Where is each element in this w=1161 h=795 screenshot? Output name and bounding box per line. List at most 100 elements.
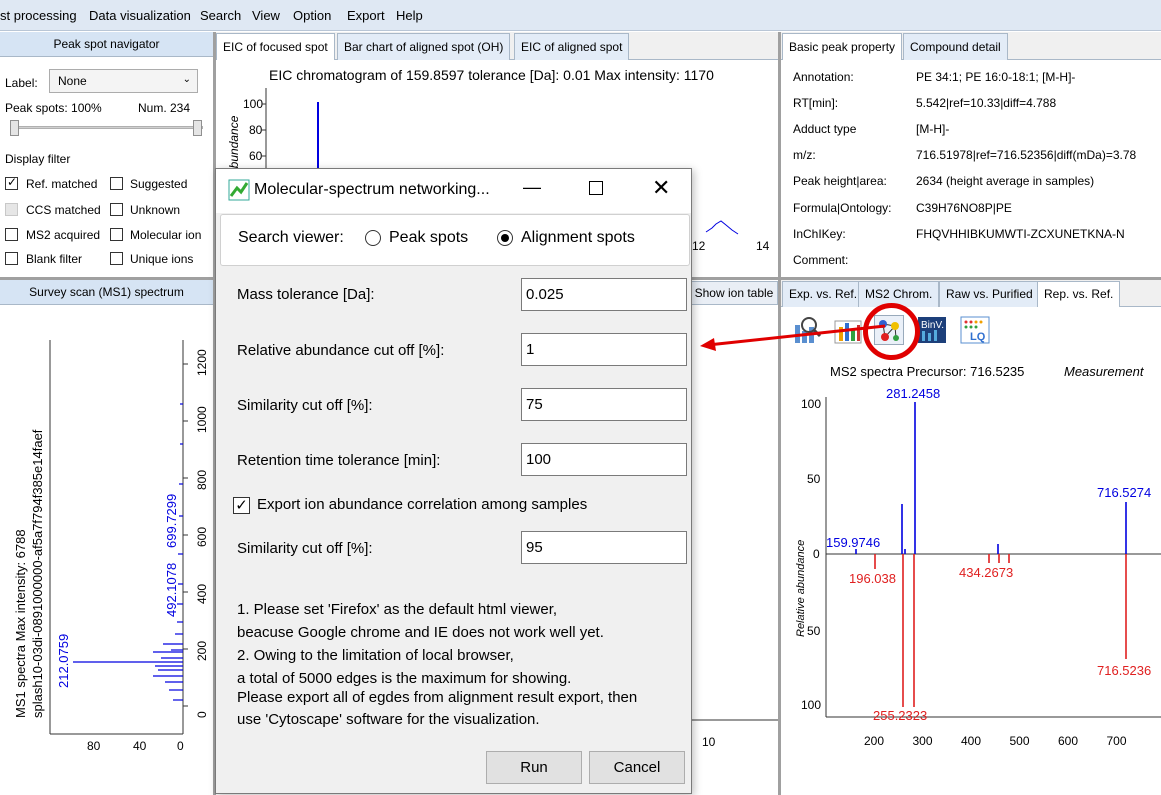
- close-icon[interactable]: ✕: [652, 175, 670, 201]
- label-select-value: None: [58, 74, 87, 88]
- ms2-label: 159.9746: [826, 535, 880, 550]
- retention-time-tolerance-input[interactable]: 100: [521, 443, 687, 476]
- ms2-label: 196.038: [849, 571, 896, 586]
- similarity-cutoff-input[interactable]: 75: [521, 388, 687, 421]
- relative-abundance-input[interactable]: 1: [521, 333, 687, 366]
- unique-ions-checkbox[interactable]: [110, 252, 123, 265]
- inchikey-value: FHQVHHIBKUMWTI-ZCXUNETKNA-N: [916, 227, 1125, 241]
- survey-ytick: 0: [195, 711, 209, 718]
- tab-basic-peak-property[interactable]: Basic peak property: [782, 33, 903, 60]
- ccs-matched-label: CCS matched: [26, 203, 101, 217]
- peak-height-value: 2634 (height average in samples): [916, 174, 1095, 188]
- ms2-ytick: 100: [801, 698, 821, 712]
- note-line: 2. Owing to the limitation of local brow…: [237, 647, 514, 664]
- ms2-chart: 10050050100200 300 400 500 600 700 Relative a…: [795, 386, 1161, 748]
- menu-view[interactable]: View: [252, 8, 280, 23]
- molecular-ion-label: Molecular ion: [130, 228, 202, 242]
- ms2-ytick: 50: [807, 472, 821, 486]
- tab-bar-chart-aligned-spot[interactable]: Bar chart of aligned spot (OH): [337, 33, 511, 60]
- survey-xtick: 80: [87, 739, 101, 753]
- ms2-acquired-checkbox[interactable]: [5, 228, 18, 241]
- middle-xtick: 10: [702, 735, 716, 749]
- survey-ytick: 1200: [195, 349, 209, 376]
- eic-ytick: 100: [243, 97, 263, 111]
- export-correlation-label: Export ion abundance correlation among s…: [257, 496, 588, 513]
- ref-matched-label: Ref. matched: [26, 177, 98, 191]
- app-icon: [228, 179, 250, 201]
- dialog-title: Molecular-spectrum networking...: [254, 181, 490, 198]
- menu-bar: st processing Data visualization Search …: [0, 0, 1161, 31]
- menu-option[interactable]: Option: [293, 8, 331, 23]
- ms2-xtick: 400: [961, 734, 981, 748]
- label-select[interactable]: None ⌄: [49, 69, 198, 93]
- eic-ytick: 60: [249, 149, 263, 163]
- survey-ytick: 1000: [195, 406, 209, 433]
- survey-ytick: 200: [195, 641, 209, 661]
- minimize-icon[interactable]: —: [523, 177, 541, 198]
- similarity-cutoff-2-input[interactable]: 95: [521, 531, 687, 564]
- mass-tolerance-input[interactable]: 0.025: [521, 278, 687, 311]
- survey-scan-header: Survey scan (MS1) spectrum: [0, 280, 213, 305]
- label-caption: Label:: [5, 76, 38, 90]
- survey-ytick: 800: [195, 470, 209, 490]
- tab-eic-focused-spot[interactable]: EIC of focused spot: [216, 33, 335, 60]
- notes-area: 1. Please set 'Firefox' as the default h…: [216, 589, 691, 727]
- navigator-header: Peak spot navigator: [0, 32, 213, 57]
- peak-height-key: Peak height|area:: [793, 174, 887, 188]
- basic-peak-property-panel: Annotation: PE 34:1; PE 16:0-18:1; [M-H]…: [781, 60, 1161, 277]
- export-correlation-checkbox[interactable]: ✓: [233, 497, 250, 514]
- retention-time-tolerance-label: Retention time tolerance [min]:: [237, 452, 441, 469]
- ref-matched-checkbox[interactable]: [5, 175, 18, 190]
- tab-exp-vs-ref[interactable]: Exp. vs. Ref.: [782, 281, 865, 307]
- menu-search[interactable]: Search: [200, 8, 241, 23]
- survey-ytick: 600: [195, 527, 209, 547]
- note-line: beacuse Google chrome and IE does not wo…: [237, 624, 604, 641]
- menu-post-processing[interactable]: st processing: [0, 8, 77, 23]
- similarity-cutoff-label: Similarity cut off [%]:: [237, 397, 373, 414]
- suggested-checkbox[interactable]: [110, 177, 123, 190]
- blank-filter-label: Blank filter: [26, 252, 83, 266]
- eic-ylabel: abundance: [227, 115, 241, 175]
- formula-key: Formula|Ontology:: [793, 201, 892, 215]
- menu-help[interactable]: Help: [396, 8, 423, 23]
- molecular-ion-checkbox[interactable]: [110, 228, 123, 241]
- unknown-label: Unknown: [130, 203, 181, 217]
- ccs-matched-checkbox: [5, 203, 18, 216]
- tab-compound-detail[interactable]: Compound detail: [903, 33, 1008, 60]
- adduct-key: Adduct type: [793, 122, 857, 136]
- ms2-label: 281.2458: [886, 386, 940, 401]
- ms2-ytick: 100: [801, 397, 821, 411]
- peak-spots-radio-label: Peak spots: [389, 229, 469, 246]
- eic-xtick: 14: [756, 239, 770, 253]
- blank-filter-checkbox[interactable]: [5, 252, 18, 265]
- cancel-button[interactable]: Cancel: [589, 751, 685, 784]
- search-viewer-group: Search viewer: Peak spots Alignment spot…: [220, 214, 690, 266]
- peak-spot-navigator: Peak spot navigator Label: None ⌄ Peak s…: [0, 32, 213, 278]
- search-viewer-label: Search viewer:: [238, 229, 344, 246]
- survey-scan-chart: 12001000800600400200080 40 0 MS1 spectra M…: [13, 340, 209, 753]
- note-line: 1. Please set 'Firefox' as the default h…: [237, 601, 558, 618]
- ms2-label: 434.2673: [959, 565, 1013, 580]
- range-slider-min-handle[interactable]: [10, 120, 19, 136]
- inchikey-key: InChIKey:: [793, 227, 846, 241]
- unknown-checkbox[interactable]: [110, 203, 123, 216]
- peak-spots-count: Num. 234: [138, 101, 191, 115]
- tab-eic-aligned-spot[interactable]: EIC of aligned spot: [514, 33, 630, 60]
- relative-abundance-label: Relative abundance cut off [%]:: [237, 342, 445, 359]
- maximize-icon[interactable]: [589, 181, 603, 195]
- annotation-value: PE 34:1; PE 16:0-18:1; [M-H]-: [916, 70, 1076, 84]
- run-button[interactable]: Run: [486, 751, 582, 784]
- molecular-networking-dialog: Molecular-spectrum networking... — ✕ Sea…: [215, 168, 692, 794]
- menu-data-visualization[interactable]: Data visualization: [89, 8, 191, 23]
- menu-export[interactable]: Export: [347, 8, 385, 23]
- alignment-spots-radio[interactable]: [497, 230, 513, 246]
- tab-rep-vs-ref[interactable]: Rep. vs. Ref.: [1037, 281, 1121, 307]
- range-slider-track[interactable]: [10, 126, 203, 129]
- peak-spots-radio[interactable]: [365, 230, 381, 246]
- peak-spots-percent: Peak spots: 100%: [5, 101, 102, 115]
- tab-raw-vs-purified[interactable]: Raw vs. Purified: [939, 281, 1040, 307]
- ms2-ylabel: Relative abundance: [795, 540, 807, 637]
- range-slider-max-handle[interactable]: [193, 120, 202, 136]
- survey-xtick: 0: [177, 739, 184, 753]
- ms2-xtick: 600: [1058, 734, 1078, 748]
